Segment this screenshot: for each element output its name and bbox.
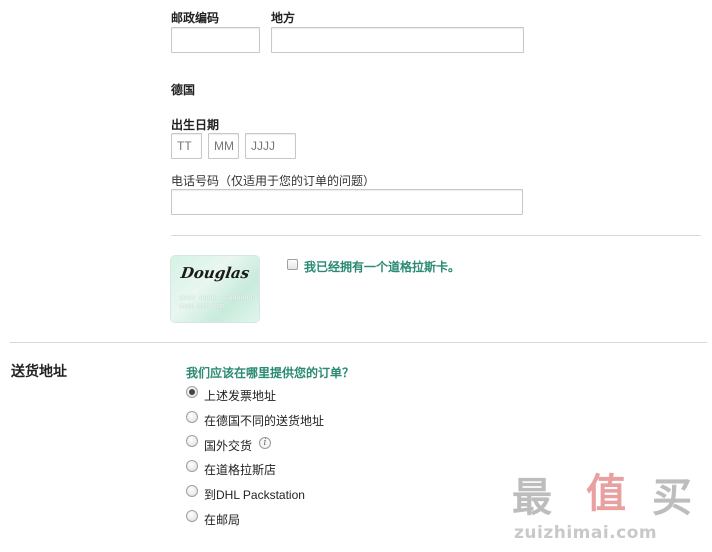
watermark-domain: zuizhimai.com <box>514 523 658 543</box>
postcode-label: 邮政编码 <box>171 11 220 25</box>
shipping-question: 我们应该在哪里提供您的订单？ <box>186 366 355 380</box>
card-sub-text: 00000 0000 0000 <box>179 304 225 310</box>
city-label: 地方 <box>271 11 296 25</box>
radio-abroad-label[interactable]: 国外交货 <box>204 437 252 454</box>
radio-billing-address-label[interactable]: 上述发票地址 <box>204 387 276 404</box>
douglas-card-image: Douglas 0000 0000 00000000 00000 0000 00… <box>171 256 259 322</box>
phone-input[interactable] <box>171 189 523 215</box>
radio-dhl-packstation[interactable] <box>186 485 198 497</box>
birth-year-input[interactable] <box>245 133 296 159</box>
douglas-card-checkbox[interactable] <box>287 259 298 270</box>
postcode-input[interactable] <box>171 27 260 53</box>
card-number-text: 0000 0000 00000000 <box>179 295 254 302</box>
divider <box>171 235 701 236</box>
info-icon[interactable]: i <box>259 437 271 449</box>
radio-different-address-label[interactable]: 在德国不同的送货地址 <box>204 412 324 429</box>
radio-douglas-store[interactable] <box>186 460 198 472</box>
birth-month-input[interactable] <box>208 133 239 159</box>
radio-post-office[interactable] <box>186 510 198 522</box>
watermark-char-1: 最 <box>512 475 552 521</box>
birth-day-input[interactable] <box>171 133 202 159</box>
radio-billing-address[interactable] <box>186 386 198 398</box>
radio-different-address[interactable] <box>186 411 198 423</box>
city-input[interactable] <box>271 27 524 53</box>
watermark-char-2: 值 <box>586 471 626 517</box>
country-text: 德国 <box>171 83 196 97</box>
radio-dhl-packstation-label[interactable]: 到DHL Packstation <box>204 486 305 503</box>
phone-label: 电话号码（仅适用于您的订单的问题） <box>171 174 376 188</box>
radio-abroad[interactable] <box>186 435 198 447</box>
douglas-card-checkbox-label[interactable]: 我已经拥有一个道格拉斯卡。 <box>304 258 460 275</box>
birthdate-label: 出生日期 <box>171 118 220 132</box>
shipping-section-title: 送货地址 <box>11 363 67 379</box>
radio-douglas-store-label[interactable]: 在道格拉斯店 <box>204 461 276 478</box>
card-logo: Douglas <box>179 264 251 282</box>
radio-post-office-label[interactable]: 在邮局 <box>204 511 240 528</box>
watermark-char-3: 买 <box>652 475 692 521</box>
divider <box>10 342 707 343</box>
